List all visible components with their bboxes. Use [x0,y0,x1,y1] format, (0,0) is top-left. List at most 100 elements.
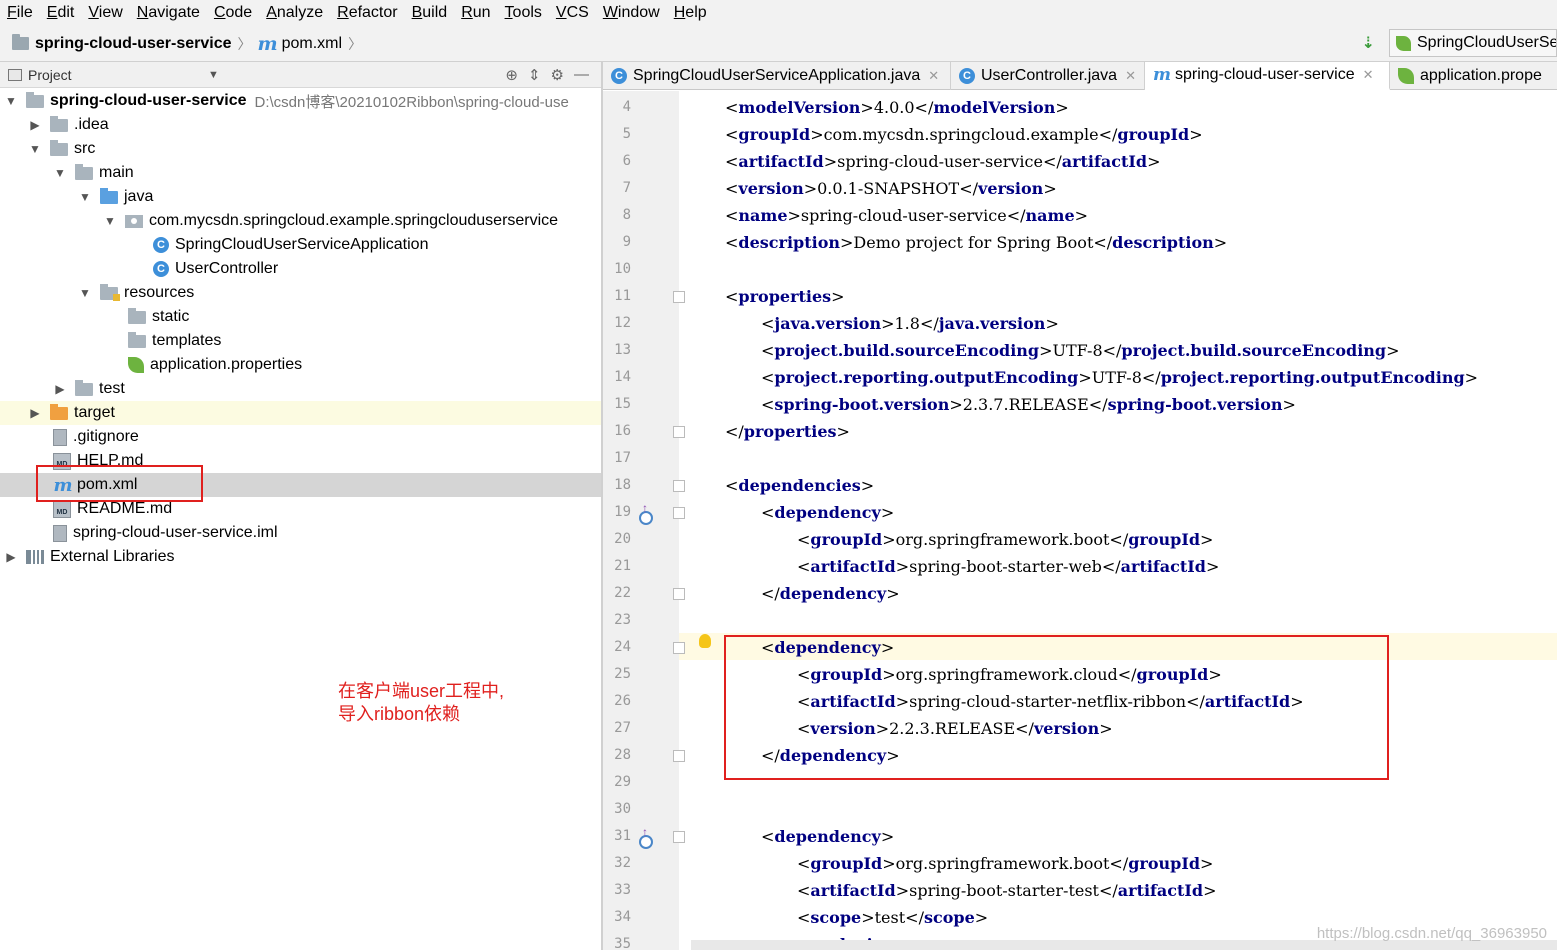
tree-item-application-class[interactable]: ▶ C SpringCloudUserServiceApplication [0,233,601,257]
tree-item-idea[interactable]: ▶ .idea [0,113,601,137]
tree-item-application-properties[interactable]: ▶ application.properties [0,353,601,377]
tree-item-static[interactable]: ▶ static [0,305,601,329]
xml-tag: spring-boot.version [1107,395,1283,414]
code-line[interactable]: <dependencies> [725,472,874,499]
code-line[interactable]: <version>0.0.1-SNAPSHOT</version> [725,175,1057,202]
menu-refactor[interactable]: Refactor [330,4,404,22]
menu-run[interactable]: Run [454,4,497,22]
code-line[interactable]: <spring-boot.version>2.3.7.RELEASE</spri… [761,391,1296,418]
code-line[interactable]: <dependency> [761,823,894,850]
chevron-down-icon[interactable]: ▼ [53,166,67,180]
navigate-to-parent-icon[interactable] [639,501,653,525]
fold-icon[interactable] [673,588,685,600]
annotation-line-1: 在客户端user工程中, [338,681,505,701]
tag-bracket: </ [725,422,744,441]
update-project-icon[interactable]: ⇣ [1362,33,1375,53]
menu-code[interactable]: Code [207,4,259,22]
tree-item-target[interactable]: ▶ target [0,401,601,425]
code-line[interactable]: <groupId>org.springframework.boot</group… [797,526,1213,553]
menu-edit[interactable]: Edit [40,4,82,22]
run-configuration-selector[interactable]: SpringCloudUserSe [1389,29,1557,57]
gear-icon[interactable]: ⚙ [551,66,564,84]
hide-icon[interactable]: — [574,66,589,84]
chevron-right-icon[interactable]: ▶ [4,550,18,564]
code-line[interactable]: </dependency> [761,580,900,607]
menu-file[interactable]: File [0,4,40,22]
code-line[interactable]: </properties> [725,418,850,445]
tab-application-java[interactable]: C SpringCloudUserServiceApplication.java… [603,62,951,90]
project-panel-title[interactable]: Project [28,67,72,83]
chevron-right-icon[interactable]: ▶ [28,406,42,420]
tree-item-resources[interactable]: ▼ resources [0,281,601,305]
code-line[interactable]: <dependency> [761,499,894,526]
code-line[interactable]: <artifactId>spring-cloud-user-service</a… [725,148,1160,175]
code-line[interactable]: <project.build.sourceEncoding>UTF-8</pro… [761,337,1400,364]
code-line[interactable]: <artifactId>spring-boot-starter-test</ar… [797,877,1217,904]
menu-build[interactable]: Build [405,4,455,22]
code-line[interactable]: <modelVersion>4.0.0</modelVersion> [725,94,1069,121]
tree-item-package[interactable]: ▼ com.mycsdn.springcloud.example.springc… [0,209,601,233]
tab-application-properties[interactable]: application.prope [1390,62,1557,90]
tag-bracket: < [725,152,739,171]
fold-icon[interactable] [673,642,685,654]
close-icon[interactable]: ✕ [928,68,939,84]
menu-view[interactable]: View [81,4,129,22]
chevron-right-icon[interactable]: ▶ [28,118,42,132]
tree-item-gitignore[interactable]: ▶ .gitignore [0,425,601,449]
fold-icon[interactable] [673,291,685,303]
chevron-down-icon[interactable]: ▼ [28,142,42,156]
tree-item-java[interactable]: ▼ java [0,185,601,209]
tab-pom[interactable]: m spring-cloud-user-service ✕ [1145,62,1390,90]
fold-icon[interactable] [673,750,685,762]
tree-item-usercontroller[interactable]: ▶ C UserController [0,257,601,281]
tree-item-iml[interactable]: ▶ spring-cloud-user-service.iml [0,521,601,545]
chevron-down-icon[interactable]: ▼ [103,214,117,228]
breadcrumb-project[interactable]: spring-cloud-user-service [35,35,232,53]
close-icon[interactable]: ✕ [1125,68,1136,84]
chevron-down-icon[interactable]: ▼ [78,190,92,204]
code-line[interactable]: <project.reporting.outputEncoding>UTF-8<… [761,364,1478,391]
tag-bracket: </ [914,98,934,117]
collapse-all-icon[interactable]: ⇕ [528,66,541,84]
code-editor[interactable]: 4 5 6 7 8 9 10 11 12 13 14 15 16 17 18 19 20 21 22 23 24 25 26… [603,91,1557,950]
fold-icon[interactable] [673,507,685,519]
fold-icon[interactable] [673,831,685,843]
breadcrumb-file[interactable]: pom.xml [282,35,342,53]
tree-item-templates[interactable]: ▶ templates [0,329,601,353]
tree-item-test[interactable]: ▶ test [0,377,601,401]
tree-label: External Libraries [50,548,175,565]
close-icon[interactable]: ✕ [1363,67,1374,83]
chevron-down-icon[interactable]: ▼ [78,286,92,300]
locate-icon[interactable]: ⊕ [505,66,518,84]
code-line[interactable]: <groupId>org.springframework.boot</group… [797,850,1213,877]
navigate-to-parent-icon[interactable] [639,825,653,849]
code-line[interactable]: <groupId>com.mycsdn.springcloud.example<… [725,121,1203,148]
tree-item-root[interactable]: ▼ spring-cloud-user-service D:\csdn博客\20… [0,89,601,113]
lightbulb-icon[interactable] [699,634,711,648]
menu-vcs[interactable]: VCS [549,4,596,22]
fold-icon[interactable] [673,426,685,438]
tab-usercontroller-java[interactable]: C UserController.java ✕ [951,62,1145,90]
menu-analyze[interactable]: Analyze [259,4,330,22]
tree-item-main[interactable]: ▼ main [0,161,601,185]
chevron-right-icon[interactable]: ▶ [53,382,67,396]
chevron-down-icon[interactable]: ▼ [4,94,18,108]
tag-bracket: </ [1098,125,1118,144]
chevron-down-icon[interactable]: ▼ [208,69,219,81]
tree-item-src[interactable]: ▼ src [0,137,601,161]
tree-item-external-libraries[interactable]: ▶ External Libraries [0,545,601,569]
menu-navigate[interactable]: Navigate [130,4,207,22]
line-number: 35 [614,936,631,950]
code-line[interactable]: <name>spring-cloud-user-service</name> [725,202,1088,229]
xml-value: org.springframework.boot [895,530,1110,549]
code-line[interactable]: <scope>test</scope> [797,904,988,931]
line-number: 16 [614,423,631,439]
menu-window[interactable]: Window [596,4,667,22]
code-line[interactable]: <java.version>1.8</java.version> [761,310,1059,337]
code-line[interactable]: <properties> [725,283,845,310]
fold-icon[interactable] [673,480,685,492]
menu-tools[interactable]: Tools [498,4,549,22]
menu-help[interactable]: Help [667,4,714,22]
code-line[interactable]: <artifactId>spring-boot-starter-web</art… [797,553,1219,580]
code-line[interactable]: <description>Demo project for Spring Boo… [725,229,1227,256]
